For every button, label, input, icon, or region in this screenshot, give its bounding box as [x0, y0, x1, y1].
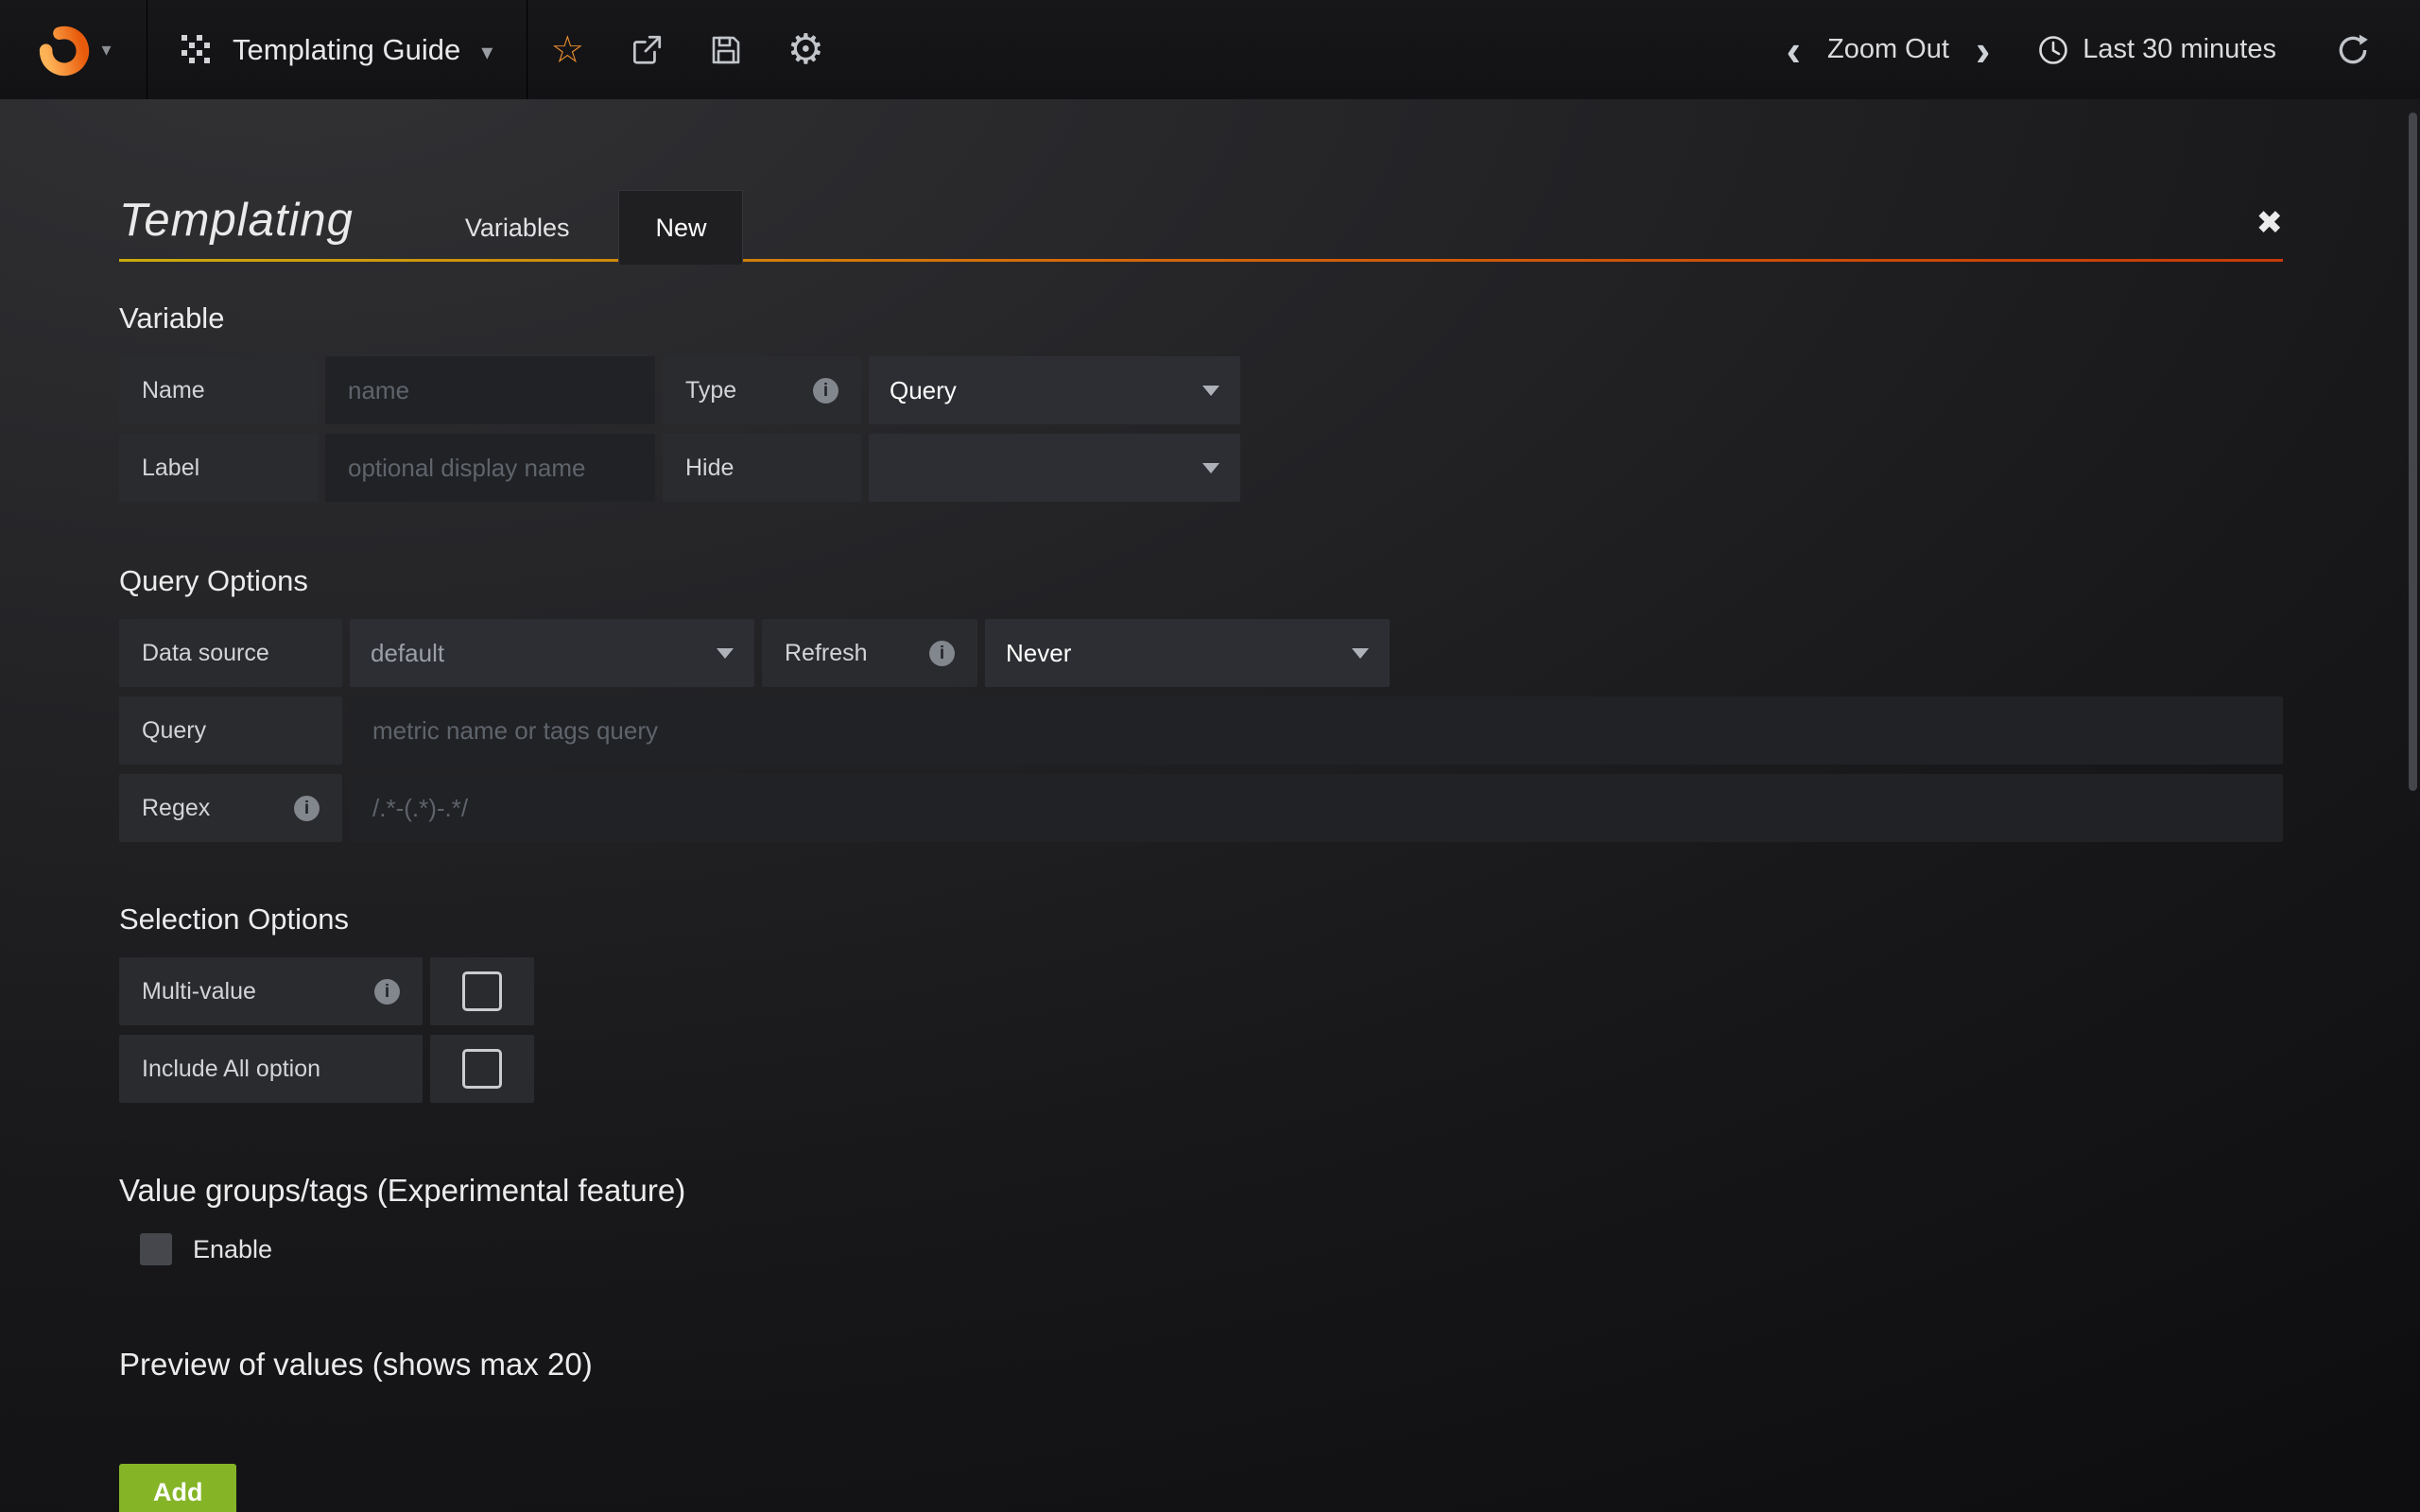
refresh-button[interactable] [2301, 32, 2377, 68]
time-range-label: Last 30 minutes [2083, 34, 2276, 65]
time-shift-back-button[interactable]: ‹ [1777, 28, 1810, 72]
datasource-select[interactable]: default [350, 619, 754, 687]
query-options-heading: Query Options [119, 564, 2283, 598]
grafana-logo-icon [35, 21, 94, 79]
caret-down-icon [1202, 386, 1219, 396]
name-label: Name [119, 356, 318, 424]
include-all-label: Include All option [119, 1035, 423, 1103]
label-input[interactable] [325, 434, 655, 502]
share-button[interactable] [607, 0, 686, 99]
templating-header: Templating Variables New ✖ [119, 190, 2283, 262]
multi-value-label-text: Multi-value [142, 978, 256, 1005]
type-select-value: Query [890, 376, 957, 405]
datasource-row: Data source default Refresh i Never [119, 619, 2283, 687]
enable-row: Enable [119, 1233, 2283, 1265]
regex-label-text: Regex [142, 795, 210, 822]
dashboard-page: Templating Variables New ✖ Variable Name… [0, 99, 2420, 1512]
dashboard-title: Templating Guide [233, 33, 460, 67]
chevron-down-icon: ▾ [101, 38, 111, 61]
grafana-logo-button[interactable]: ▾ [0, 0, 147, 99]
chevron-left-icon: ‹ [1787, 26, 1801, 75]
name-input[interactable] [325, 356, 655, 424]
query-label: Query [119, 696, 342, 765]
share-icon [629, 32, 665, 68]
variable-name-row: Name Type i Query [119, 356, 2283, 424]
templating-tabs: Variables New [458, 190, 744, 262]
preview-heading: Preview of values (shows max 20) [119, 1347, 2283, 1383]
star-icon: ☆ [550, 28, 584, 72]
refresh-label-text: Refresh [785, 640, 868, 667]
checkbox-unchecked-icon [462, 1049, 502, 1089]
save-button[interactable] [686, 0, 766, 99]
caret-down-icon [1202, 463, 1219, 473]
section-preview: Preview of values (shows max 20) [119, 1347, 2283, 1383]
time-controls: ‹ Zoom Out › Last 30 minutes [1777, 0, 2420, 99]
page-title: Templating [119, 194, 354, 247]
caret-down-icon [717, 648, 734, 659]
enable-label: Enable [193, 1235, 272, 1264]
variable-label-row: Label Hide [119, 434, 2283, 502]
scrollbar-thumb[interactable] [2409, 112, 2417, 791]
multi-value-label: Multi-value i [119, 957, 423, 1025]
dashboard-actions: ☆ ⚙ [527, 0, 845, 99]
hide-select[interactable] [869, 434, 1240, 502]
caret-down-icon [1352, 648, 1369, 659]
dashboard-grid-icon [182, 35, 212, 65]
type-label-text: Type [685, 377, 736, 404]
section-value-groups: Value groups/tags (Experimental feature)… [119, 1173, 2283, 1265]
chevron-right-icon: › [1976, 26, 1990, 75]
info-icon: i [374, 979, 400, 1005]
tab-new[interactable]: New [618, 190, 743, 265]
time-shift-forward-button[interactable]: › [1966, 28, 1999, 72]
regex-row: Regex i [119, 774, 2283, 842]
chevron-down-icon: ▾ [481, 39, 493, 66]
section-selection-options: Selection Options Multi-value i Include … [119, 902, 2283, 1103]
save-icon [709, 33, 743, 67]
refresh-label: Refresh i [762, 619, 977, 687]
refresh-select-value: Never [1006, 639, 1071, 668]
query-input[interactable] [350, 696, 2283, 765]
top-navbar: ▾ Templating Guide ▾ ☆ [0, 0, 2420, 99]
add-button[interactable]: Add [119, 1464, 236, 1512]
settings-button[interactable]: ⚙ [766, 0, 845, 99]
time-range-picker[interactable]: Last 30 minutes [1999, 34, 2301, 66]
refresh-icon [2335, 32, 2371, 68]
type-label: Type i [663, 356, 861, 424]
regex-label: Regex i [119, 774, 342, 842]
variable-heading: Variable [119, 301, 2283, 335]
label-label: Label [119, 434, 318, 502]
multi-value-checkbox[interactable] [430, 957, 534, 1025]
include-all-row: Include All option [119, 1035, 2283, 1103]
datasource-select-value: default [371, 639, 444, 668]
section-variable: Variable Name Type i Query Label Hide [119, 301, 2283, 502]
info-icon: i [929, 641, 955, 666]
value-groups-heading: Value groups/tags (Experimental feature) [119, 1173, 2283, 1209]
close-icon[interactable]: ✖ [2256, 207, 2284, 239]
info-icon: i [294, 796, 320, 821]
zoom-out-button[interactable]: Zoom Out [1810, 34, 1966, 65]
hide-label: Hide [663, 434, 861, 502]
regex-input[interactable] [350, 774, 2283, 842]
clock-icon [2037, 34, 2069, 66]
tab-variables[interactable]: Variables [458, 214, 578, 243]
query-row: Query [119, 696, 2283, 765]
include-all-checkbox[interactable] [430, 1035, 534, 1103]
selection-options-heading: Selection Options [119, 902, 2283, 936]
refresh-select[interactable]: Never [985, 619, 1390, 687]
section-query-options: Query Options Data source default Refres… [119, 564, 2283, 842]
enable-checkbox[interactable] [140, 1233, 172, 1265]
multi-value-row: Multi-value i [119, 957, 2283, 1025]
datasource-label: Data source [119, 619, 342, 687]
star-button[interactable]: ☆ [527, 0, 607, 99]
checkbox-unchecked-icon [462, 971, 502, 1011]
dashboard-picker[interactable]: Templating Guide ▾ [147, 0, 527, 99]
type-select[interactable]: Query [869, 356, 1240, 424]
info-icon: i [813, 378, 838, 404]
gear-icon: ⚙ [787, 26, 824, 74]
